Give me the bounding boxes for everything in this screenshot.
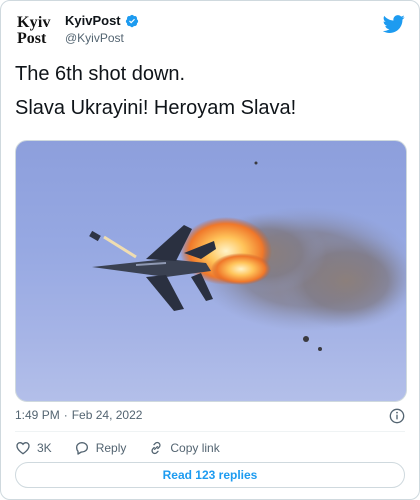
avatar[interactable]: Kyiv Post [15,13,51,49]
link-icon [151,441,161,455]
tweet-date: Feb 24, 2022 [71,408,143,422]
divider [15,431,405,432]
author-handle[interactable]: @KyivPost [65,31,139,45]
jet-explosion-image [89,161,406,351]
read-replies-button[interactable]: Read 123 replies [15,462,405,488]
copy-link-label: Copy link [170,441,220,455]
like-count: 3K [37,441,52,455]
tweet-actions: 3K Reply Copy link [15,440,220,456]
avatar-logo-line2: Post [17,30,47,47]
reply-label: Reply [95,441,127,455]
tweet-timestamp[interactable]: 1:49 PM · Feb 24, 2022 [15,408,142,422]
tweet-text-line-2: Slava Ukrayini! Heroyam Slava! [15,97,297,119]
verified-badge-icon [125,14,138,27]
copy-link-button[interactable]: Copy link [148,440,220,456]
info-icon[interactable] [389,408,405,424]
tweet-header: Kyiv Post KyivPost @KyivPost [13,11,407,51]
avatar-logo-line1: Kyiv [17,14,51,31]
tweet-text: The 6th shot down. Slava Ukrayini! Heroy… [15,61,405,129]
author-info: KyivPost @KyivPost [65,13,139,45]
tweet-photo[interactable] [15,140,407,402]
timestamp-separator: · [63,408,68,422]
reply-button[interactable]: Reply [74,440,127,456]
author-name[interactable]: KyivPost [65,13,121,28]
tweet-time: 1:49 PM [15,408,60,422]
twitter-bird-icon[interactable] [383,13,405,35]
like-button[interactable]: 3K [15,440,52,456]
tweet-card: Kyiv Post KyivPost @KyivPost The 6th sho… [0,0,420,500]
heart-icon [16,441,30,455]
reply-icon [75,442,88,455]
author-name-row: KyivPost [65,13,139,28]
tweet-text-line-1: The 6th shot down. [15,63,186,85]
